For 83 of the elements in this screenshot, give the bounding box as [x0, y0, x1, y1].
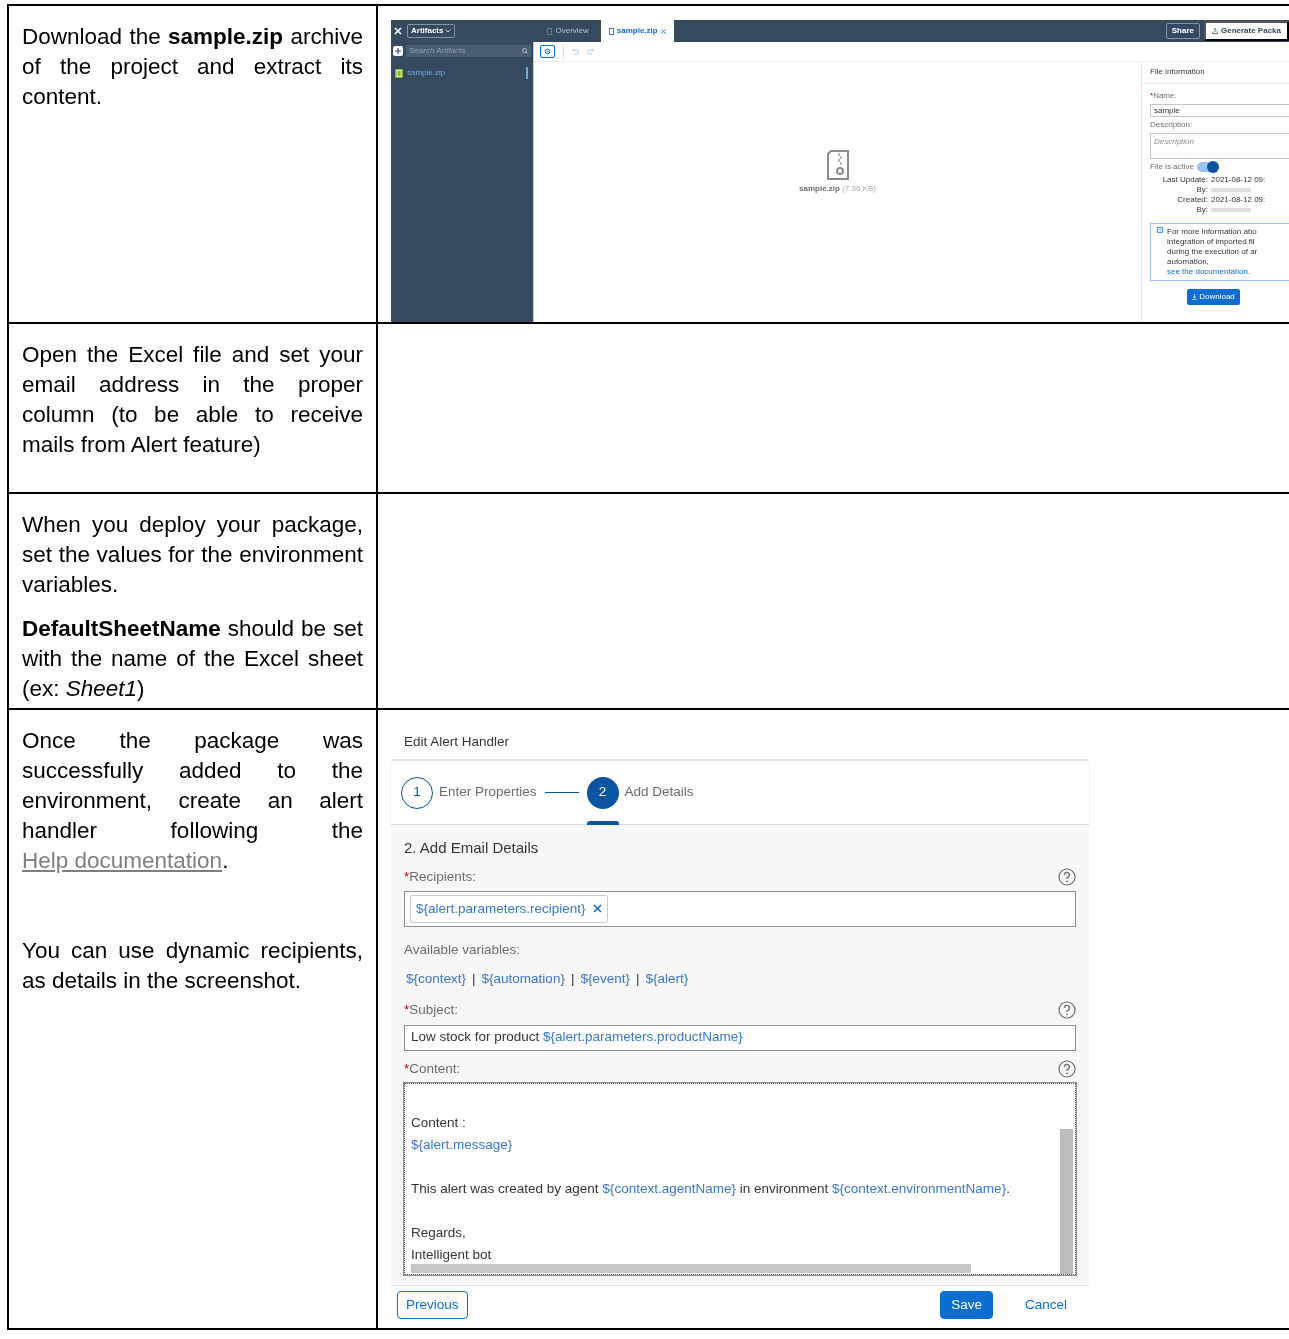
toggle-switch[interactable]: [1197, 162, 1217, 172]
scrollbar[interactable]: [411, 1263, 971, 1273]
separator: |: [472, 970, 476, 988]
artifacts-dropdown[interactable]: Artifacts: [407, 24, 456, 38]
field-label: *Content:: [404, 1059, 461, 1078]
field-label: Description:: [1150, 119, 1194, 131]
info-icon: [1157, 227, 1163, 233]
file-icon: [395, 68, 403, 78]
subject-field[interactable]: Low stock for product ${alert.parameters.productName}: [404, 1024, 1076, 1051]
variable-link[interactable]: ${event}: [580, 969, 630, 990]
instruction-text: When you deploy your package, set the values for the environment variables.: [22, 511, 363, 599]
documentation-link[interactable]: see the documentation.: [1167, 267, 1258, 277]
zip-file-icon: [825, 150, 850, 180]
content-editor[interactable]: Content : ${alert.message} This alert was created by agent ${context.agentName} in environment ${context.environmentName}. Regards, Intelligent bot: [404, 1082, 1076, 1275]
instruction-text: Download the sample.zip archive of the project and extract its content.: [22, 23, 363, 111]
plus-icon: [395, 48, 401, 54]
settings-button[interactable]: [540, 45, 555, 58]
export-icon: [1211, 28, 1218, 34]
help-icon: [1058, 1059, 1076, 1078]
description-field[interactable]: Description: [1150, 133, 1289, 159]
redo-icon: [587, 48, 594, 55]
help-icon: [1058, 867, 1076, 886]
field-label: *Name:: [1150, 90, 1178, 102]
step-number[interactable]: 1: [401, 776, 433, 809]
instruction-text: Open the Excel file and set your email address in the proper column (to be able to receive mails from Alert feature): [22, 341, 363, 459]
variable-link[interactable]: ${automation}: [481, 969, 565, 990]
editor-line: This alert was created by agent ${context.agentName} in environment ${context.environmentName}.: [411, 1179, 1011, 1198]
file-name: sample.zip (7.36 KB): [799, 183, 876, 195]
dialog-title: Edit Alert Handler: [391, 724, 1089, 761]
editor-line: Content :: [411, 1113, 467, 1132]
meta-label: Created:: [1176, 195, 1208, 205]
close-icon: [393, 26, 403, 36]
field-label: *Recipients:: [404, 867, 477, 886]
download-icon: [1192, 294, 1198, 300]
field-label: Available variables:: [404, 940, 522, 959]
share-button[interactable]: Share: [1165, 23, 1200, 39]
variable-link[interactable]: ${alert}: [645, 969, 689, 990]
help-link[interactable]: Help documentation: [22, 848, 223, 873]
generate-package-button[interactable]: Generate Packa: [1203, 21, 1289, 41]
instruction-text: You can use dynamic recipients, as details in the screenshot.: [22, 937, 363, 995]
download-button[interactable]: Download: [1187, 289, 1240, 305]
step-number[interactable]: 2: [586, 776, 619, 809]
meta-label: By:: [1195, 185, 1208, 195]
previous-button[interactable]: Previous: [397, 1290, 468, 1319]
save-button[interactable]: Save: [940, 1290, 993, 1319]
tree-item[interactable]: sample.zip: [393, 67, 528, 79]
editor-tab[interactable]: Overview: [539, 20, 597, 42]
field-label: *Subject:: [404, 1001, 459, 1020]
scrollbar[interactable]: [1060, 1128, 1073, 1274]
close-icon: [660, 28, 666, 34]
toggle-label: File is active: [1150, 161, 1194, 173]
separator: |: [636, 970, 640, 988]
step-label: Add Details: [624, 783, 694, 802]
add-button[interactable]: [393, 46, 403, 56]
help-icon: [1058, 1001, 1076, 1020]
separator: |: [570, 970, 575, 988]
meta-label: Last Update:: [1161, 175, 1208, 185]
close-icon: [592, 904, 602, 914]
instruction-text: Once the package was successfully added to the environment, create an alert handler following the Help documentation.: [22, 727, 363, 875]
editor-line: Intelligent bot: [411, 1245, 493, 1264]
document-icon: [608, 27, 614, 35]
recipients-field[interactable]: ${alert.parameters.recipient}: [404, 890, 1076, 927]
document-icon: [547, 27, 553, 35]
editor-line: ${alert.message}: [411, 1135, 514, 1154]
variable-link[interactable]: ${context}: [406, 969, 467, 990]
editor-tab[interactable]: sample.zip: [600, 20, 674, 42]
recipient-token[interactable]: ${alert.parameters.recipient}: [410, 894, 608, 923]
meta-value: 2021-08-12 09:: [1211, 195, 1267, 205]
search-icon: [522, 48, 528, 54]
panel-title: File information: [1142, 66, 1289, 84]
info-text: For more information abo integration of imported fil during the execution of ar automation,: [1167, 227, 1258, 267]
meta-value: 2021-08-12 09:: [1211, 175, 1267, 185]
instruction-text: DefaultSheetName should be set with the name of the Excel sheet (ex: Sheet1): [22, 615, 363, 703]
meta-label: By:: [1195, 205, 1208, 215]
caret-icon: [445, 29, 452, 33]
cancel-button[interactable]: Cancel: [1016, 1291, 1075, 1318]
undo-icon: [572, 48, 579, 55]
editor-line: Regards,: [411, 1223, 467, 1242]
name-field[interactable]: sample: [1150, 104, 1289, 117]
section-title: 2. Add Email Details: [404, 838, 540, 858]
step-label: Enter Properties: [439, 783, 537, 802]
active-step-indicator: [586, 820, 619, 825]
step-connector: [544, 792, 579, 793]
